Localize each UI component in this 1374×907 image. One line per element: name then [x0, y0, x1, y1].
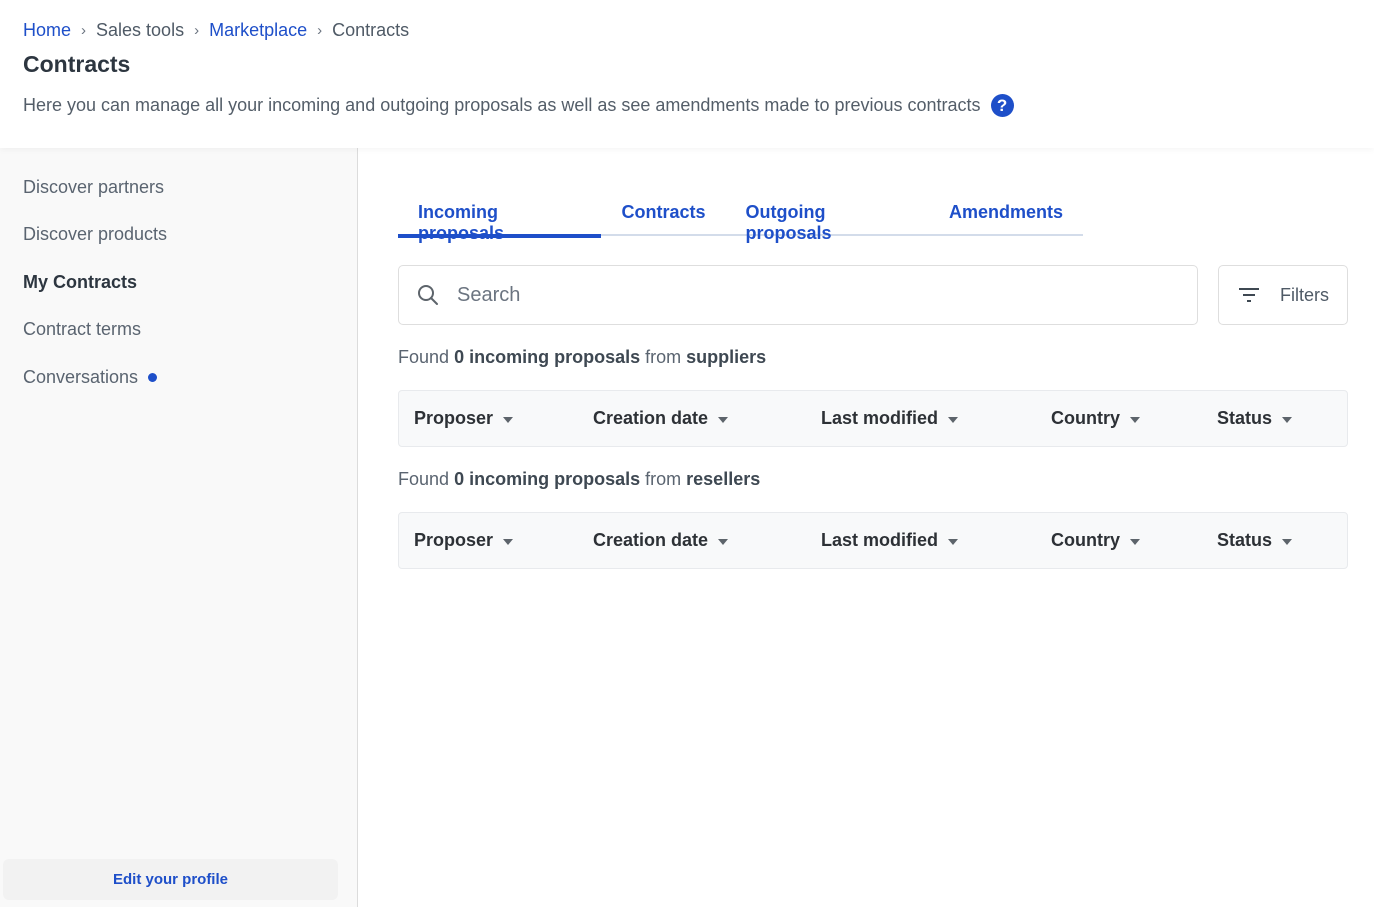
sort-caret-icon [718, 417, 729, 423]
breadcrumb-sales-tools: Sales tools [96, 20, 185, 40]
column-creation-date[interactable]: Creation date [593, 513, 729, 568]
from-text: from [645, 347, 682, 367]
notification-dot-icon [148, 373, 158, 382]
column-label: Last modified [821, 408, 939, 428]
column-proposer[interactable]: Proposer [414, 391, 514, 446]
sort-caret-icon [1130, 539, 1140, 545]
sort-caret-icon [503, 539, 514, 545]
filters-label: Filters [1280, 284, 1329, 305]
page-description: Here you can manage all your incoming an… [23, 94, 1014, 117]
column-last-modified[interactable]: Last modified [821, 391, 959, 446]
sort-caret-icon [1282, 417, 1293, 423]
column-label: Status [1217, 408, 1273, 428]
sidebar-item-contract-terms[interactable]: Contract terms [23, 319, 141, 340]
result-noun: incoming proposals [469, 347, 641, 367]
column-status[interactable]: Status [1217, 513, 1293, 568]
sidebar-item-label: Discover partners [23, 177, 165, 197]
result-noun: incoming proposals [469, 469, 641, 489]
search-icon [417, 284, 439, 306]
column-label: Country [1051, 530, 1120, 550]
suppliers-table-header: Proposer Creation date Last modified Cou… [398, 390, 1348, 447]
result-source: resellers [686, 469, 761, 489]
tab-contracts[interactable]: Contracts [601, 196, 725, 236]
sort-caret-icon [1282, 539, 1293, 545]
column-country[interactable]: Country [1051, 391, 1140, 446]
tab-bar: Incoming proposals Contracts Outgoing pr… [398, 196, 1083, 243]
filters-button[interactable]: Filters [1218, 265, 1348, 325]
sidebar-item-label: Conversations [23, 367, 139, 387]
sort-caret-icon [948, 539, 959, 545]
breadcrumb-contracts: Contracts [332, 20, 410, 40]
tab-incoming-proposals[interactable]: Incoming proposals [398, 196, 602, 243]
breadcrumb-separator: › [194, 22, 200, 39]
from-text: from [645, 469, 682, 489]
breadcrumb: Home › Sales tools › Marketplace › Contr… [23, 20, 409, 41]
column-label: Last modified [821, 530, 939, 550]
sort-caret-icon [1130, 417, 1140, 423]
sidebar-item-label: Contract terms [23, 319, 142, 339]
tab-amendments[interactable]: Amendments [929, 196, 1083, 236]
sidebar-item-discover-partners[interactable]: Discover partners [23, 177, 164, 198]
sort-caret-icon [503, 417, 514, 423]
column-label: Creation date [593, 408, 709, 428]
resellers-table-header: Proposer Creation date Last modified Cou… [398, 512, 1348, 569]
column-status[interactable]: Status [1217, 391, 1293, 446]
search-box [398, 265, 1198, 325]
column-label: Proposer [414, 530, 494, 550]
found-prefix: Found [398, 469, 450, 489]
column-proposer[interactable]: Proposer [414, 513, 514, 568]
search-input[interactable] [457, 283, 1157, 307]
column-country[interactable]: Country [1051, 513, 1140, 568]
sidebar-item-label: Discover products [23, 224, 168, 244]
page-title: Contracts [23, 51, 131, 77]
column-label: Proposer [414, 408, 494, 428]
edit-profile-button[interactable]: Edit your profile [3, 859, 338, 900]
breadcrumb-separator: › [317, 22, 323, 39]
result-count: 0 [454, 347, 465, 367]
breadcrumb-marketplace[interactable]: Marketplace [209, 20, 307, 41]
column-label: Creation date [593, 530, 709, 550]
filter-icon [1239, 288, 1259, 302]
sort-caret-icon [718, 539, 729, 545]
help-icon[interactable]: ? [990, 94, 1014, 117]
suppliers-result-summary: Found 0 incoming proposals from supplier… [398, 347, 766, 368]
page-description-text: Here you can manage all your incoming an… [23, 95, 981, 115]
result-source: suppliers [686, 347, 767, 367]
sidebar-item-label: My Contracts [23, 272, 138, 292]
column-last-modified[interactable]: Last modified [821, 513, 959, 568]
breadcrumb-separator: › [81, 22, 87, 39]
sidebar: Discover partners Discover products My C… [0, 148, 358, 907]
sidebar-item-conversations[interactable]: Conversations [23, 367, 158, 388]
result-count: 0 [454, 469, 465, 489]
sidebar-item-discover-products[interactable]: Discover products [23, 224, 167, 245]
found-prefix: Found [398, 347, 450, 367]
breadcrumb-home[interactable]: Home [23, 20, 71, 41]
column-label: Country [1051, 408, 1120, 428]
tab-outgoing-proposals[interactable]: Outgoing proposals [726, 196, 929, 243]
sort-caret-icon [948, 417, 959, 423]
page-header: Home › Sales tools › Marketplace › Contr… [0, 0, 1374, 148]
resellers-result-summary: Found 0 incoming proposals from reseller… [398, 469, 760, 490]
column-creation-date[interactable]: Creation date [593, 391, 729, 446]
column-label: Status [1217, 530, 1273, 550]
sidebar-item-my-contracts[interactable]: My Contracts [23, 272, 137, 293]
